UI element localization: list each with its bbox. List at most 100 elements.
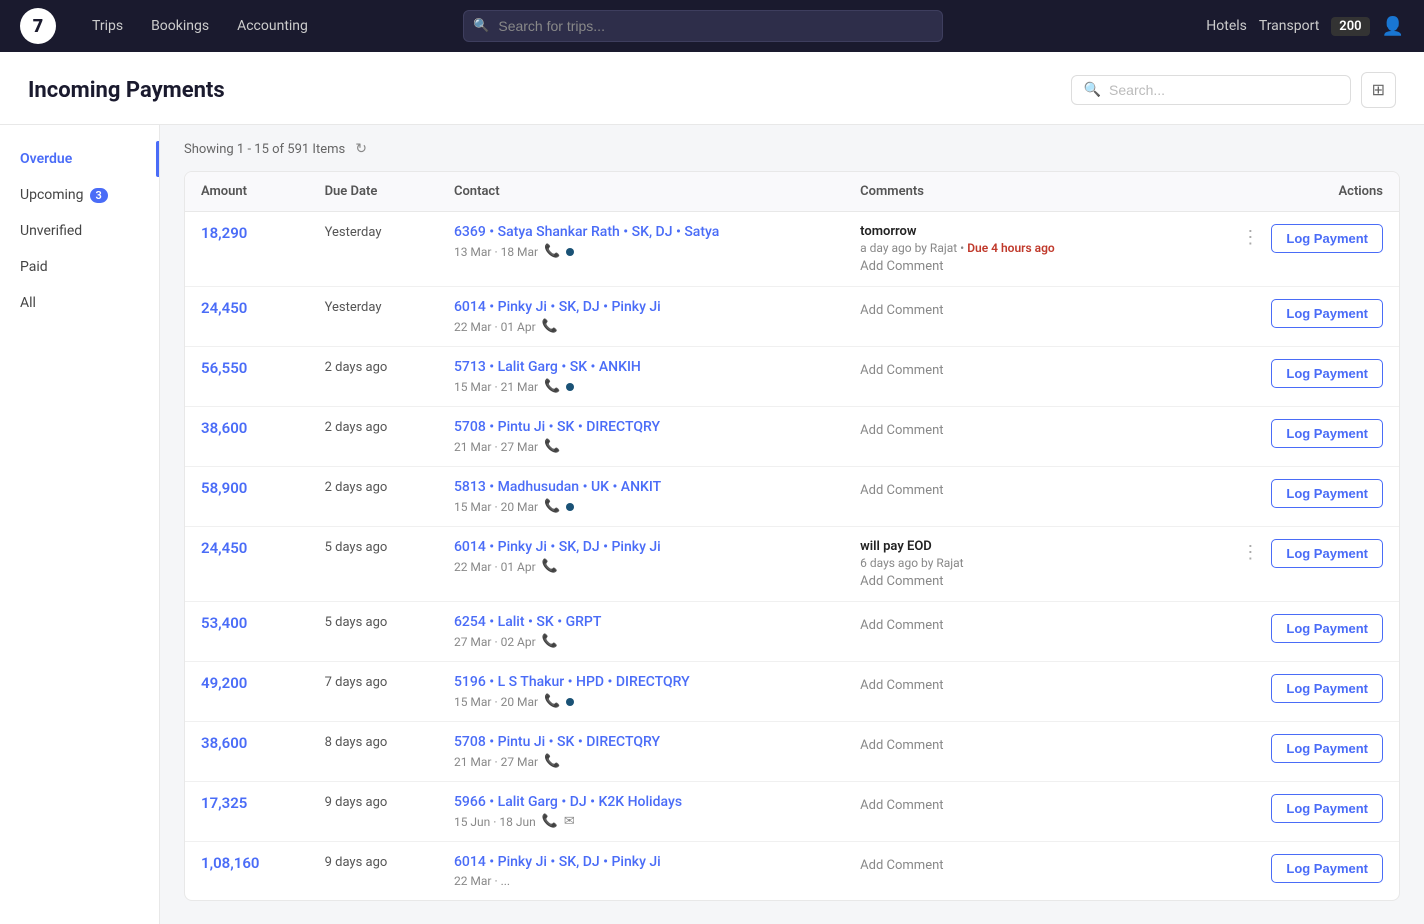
amount-value: 38,600	[201, 734, 247, 752]
refresh-icon[interactable]: ↻	[355, 141, 367, 157]
phone-icon[interactable]: 📞	[542, 319, 558, 334]
due-date-cell: 9 days ago	[309, 842, 438, 901]
transport-link[interactable]: Transport	[1259, 18, 1319, 34]
log-payment-button[interactable]: Log Payment	[1271, 614, 1383, 643]
more-options-button[interactable]: ⋮	[1235, 225, 1265, 250]
filter-button[interactable]: ⊞	[1361, 72, 1396, 108]
actions-cell: Log Payment	[1154, 347, 1399, 407]
sidebar-label-paid: Paid	[20, 259, 48, 275]
nav-trips[interactable]: Trips	[80, 12, 135, 40]
contact-name[interactable]: 5966 • Lalit Garg • DJ • K2K Holidays	[454, 794, 828, 810]
phone-icon[interactable]: 📞	[544, 379, 560, 394]
phone-icon[interactable]: 📞	[544, 439, 560, 454]
sidebar-item-unverified[interactable]: Unverified	[0, 213, 159, 249]
add-comment-link[interactable]: Add Comment	[860, 858, 1137, 873]
add-comment-link[interactable]: Add Comment	[860, 618, 1137, 633]
phone-icon[interactable]: 📞	[544, 499, 560, 514]
email-icon[interactable]: ✉	[564, 814, 575, 829]
contact-name[interactable]: 5713 • Lalit Garg • SK • ANKIH	[454, 359, 828, 375]
contact-name[interactable]: 6014 • Pinky Ji • SK, DJ • Pinky Ji	[454, 539, 828, 555]
phone-icon[interactable]: 📞	[544, 244, 560, 259]
log-payment-button[interactable]: Log Payment	[1271, 479, 1383, 508]
contact-dates: 15 Mar · 21 Mar	[454, 380, 538, 394]
comment-cell: Add Comment	[844, 842, 1153, 901]
comment-cell: Add Comment	[844, 407, 1153, 467]
add-comment-link[interactable]: Add Comment	[860, 303, 1137, 318]
amount-cell: 17,325	[185, 782, 309, 842]
log-payment-button[interactable]: Log Payment	[1271, 734, 1383, 763]
log-payment-button[interactable]: Log Payment	[1271, 359, 1383, 388]
contact-name[interactable]: 5196 • L S Thakur • HPD • DIRECTQRY	[454, 674, 828, 690]
content-meta: Showing 1 - 15 of 591 Items ↻	[184, 141, 1400, 157]
log-payment-button[interactable]: Log Payment	[1271, 224, 1383, 253]
col-actions: Actions	[1154, 172, 1399, 212]
log-payment-button[interactable]: Log Payment	[1271, 794, 1383, 823]
contact-name[interactable]: 5708 • Pintu Ji • SK • DIRECTQRY	[454, 734, 828, 750]
amount-cell: 58,900	[185, 467, 309, 527]
contact-dot	[566, 383, 574, 391]
phone-icon[interactable]: 📞	[544, 694, 560, 709]
due-date-value: Yesterday	[325, 300, 382, 315]
actions-cell: Log Payment	[1154, 842, 1399, 901]
add-comment-link[interactable]: Add Comment	[860, 738, 1137, 753]
phone-icon[interactable]: 📞	[542, 814, 558, 829]
contact-dot	[566, 503, 574, 511]
contact-name[interactable]: 6254 • Lalit • SK • GRPT	[454, 614, 828, 630]
contact-cell: 5196 • L S Thakur • HPD • DIRECTQRY 15 M…	[438, 662, 844, 722]
contact-dot	[566, 248, 574, 256]
contact-name[interactable]: 5813 • Madhusudan • UK • ANKIT	[454, 479, 828, 495]
phone-icon[interactable]: 📞	[542, 559, 558, 574]
contact-dot	[566, 698, 574, 706]
table-search-input[interactable]	[1109, 82, 1338, 98]
contact-name[interactable]: 5708 • Pintu Ji • SK • DIRECTQRY	[454, 419, 828, 435]
amount-cell: 53,400	[185, 602, 309, 662]
nav-bookings[interactable]: Bookings	[139, 12, 221, 40]
add-comment-link[interactable]: Add Comment	[860, 259, 1137, 274]
contact-meta: 15 Mar · 20 Mar 📞	[454, 694, 828, 709]
navbar: 7 Trips Bookings Accounting 🔍 Hotels Tra…	[0, 0, 1424, 52]
log-payment-button[interactable]: Log Payment	[1271, 419, 1383, 448]
main-layout: Overdue Upcoming 3 Unverified Paid All S…	[0, 125, 1424, 924]
more-options-button[interactable]: ⋮	[1235, 540, 1265, 565]
contact-name[interactable]: 6014 • Pinky Ji • SK, DJ • Pinky Ji	[454, 854, 828, 870]
actions-cell: Log Payment	[1154, 722, 1399, 782]
add-comment-link[interactable]: Add Comment	[860, 798, 1137, 813]
sidebar-label-overdue: Overdue	[20, 151, 72, 167]
contact-dates: 22 Mar · 01 Apr	[454, 320, 536, 334]
comment-cell: Add Comment	[844, 467, 1153, 527]
add-comment-link[interactable]: Add Comment	[860, 423, 1137, 438]
search-icon: 🔍	[1084, 82, 1101, 98]
due-date-value: 8 days ago	[325, 735, 388, 750]
sidebar-item-all[interactable]: All	[0, 285, 159, 321]
add-comment-link[interactable]: Add Comment	[860, 483, 1137, 498]
log-payment-button[interactable]: Log Payment	[1271, 854, 1383, 883]
app-logo[interactable]: 7	[20, 8, 56, 44]
phone-icon[interactable]: 📞	[544, 754, 560, 769]
actions-cell: Log Payment	[1154, 782, 1399, 842]
contact-dates: 15 Mar · 20 Mar	[454, 695, 538, 709]
log-payment-button[interactable]: Log Payment	[1271, 674, 1383, 703]
log-payment-button[interactable]: Log Payment	[1271, 299, 1383, 328]
contact-name[interactable]: 6014 • Pinky Ji • SK, DJ • Pinky Ji	[454, 299, 828, 315]
sidebar-item-overdue[interactable]: Overdue	[0, 141, 159, 177]
hotels-link[interactable]: Hotels	[1206, 18, 1247, 34]
add-comment-link[interactable]: Add Comment	[860, 363, 1137, 378]
sidebar-item-paid[interactable]: Paid	[0, 249, 159, 285]
notification-badge[interactable]: 200	[1331, 17, 1369, 36]
phone-icon[interactable]: 📞	[542, 634, 558, 649]
add-comment-link[interactable]: Add Comment	[860, 574, 1137, 589]
global-search-input[interactable]	[463, 10, 943, 42]
comment-cell: Add Comment	[844, 347, 1153, 407]
amount-cell: 38,600	[185, 722, 309, 782]
due-date-value: 2 days ago	[325, 360, 388, 375]
sidebar-label-upcoming: Upcoming	[20, 187, 84, 203]
log-payment-button[interactable]: Log Payment	[1271, 539, 1383, 568]
contact-name[interactable]: 6369 • Satya Shankar Rath • SK, DJ • Sat…	[454, 224, 828, 240]
nav-accounting[interactable]: Accounting	[225, 12, 320, 40]
user-icon[interactable]: 👤	[1382, 16, 1404, 37]
add-comment-link[interactable]: Add Comment	[860, 678, 1137, 693]
contact-meta: 15 Mar · 20 Mar 📞	[454, 499, 828, 514]
sidebar-item-upcoming[interactable]: Upcoming 3	[0, 177, 159, 213]
table-row: 53,4005 days ago 6254 • Lalit • SK • GRP…	[185, 602, 1399, 662]
col-comments: Comments	[844, 172, 1153, 212]
